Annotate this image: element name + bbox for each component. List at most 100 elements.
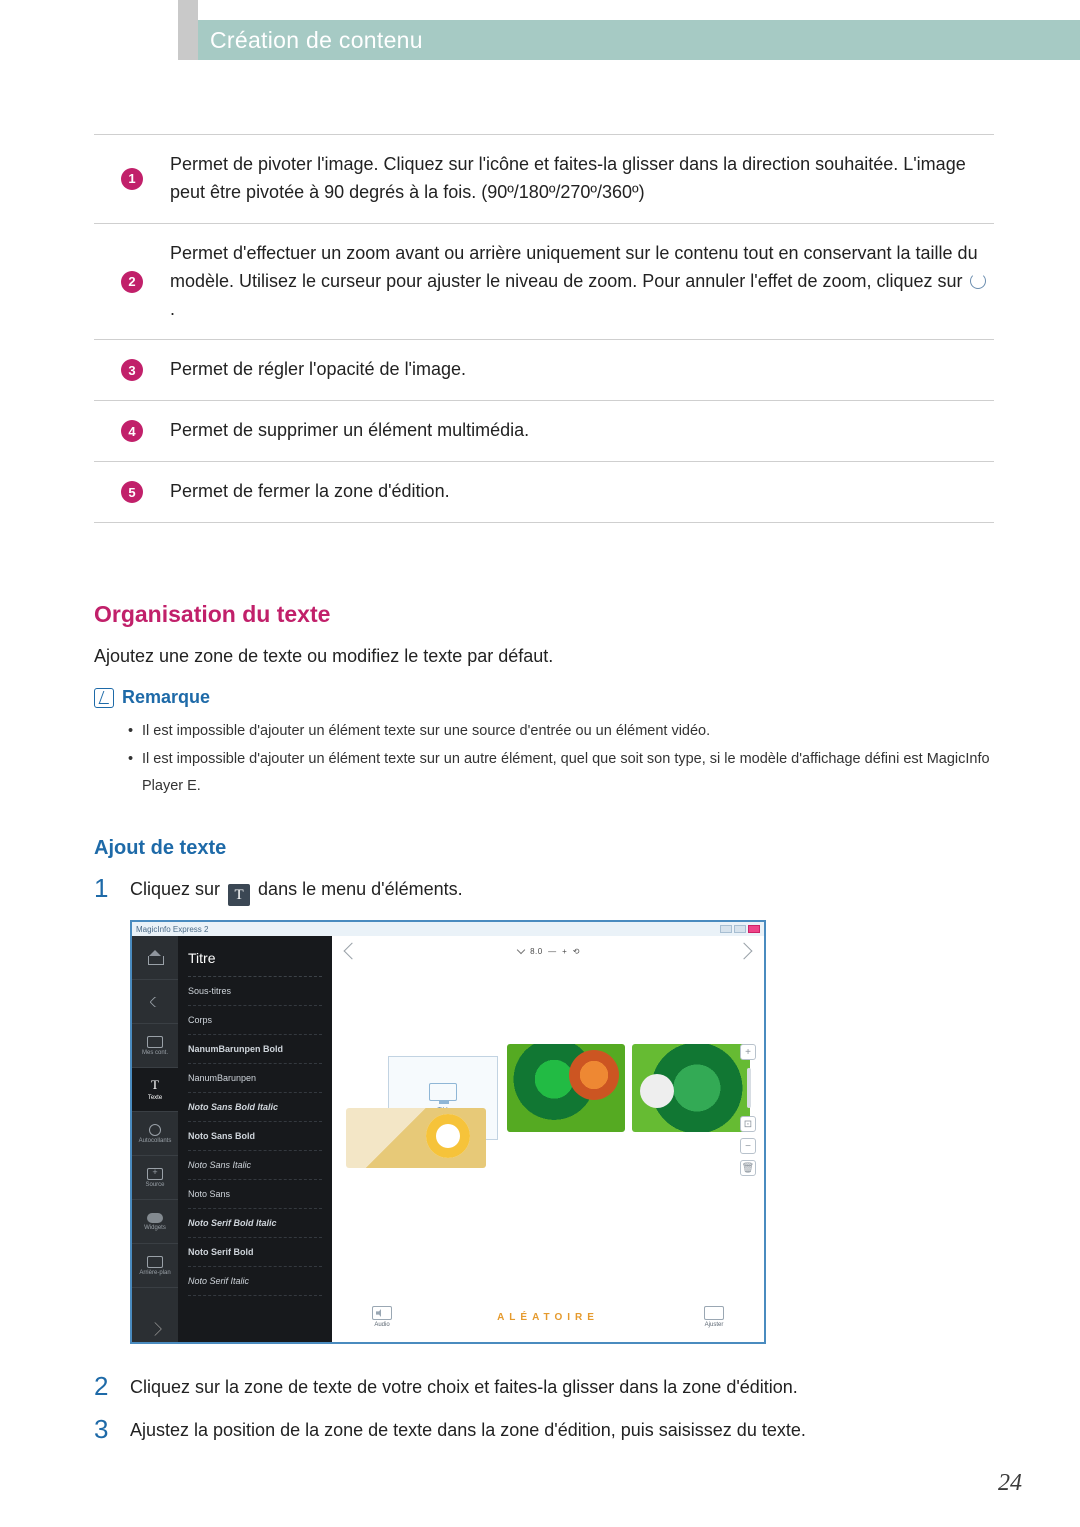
font-option[interactable]: Noto Serif Bold Italic [188,1209,322,1238]
trash-button[interactable]: 🗑 [740,1160,756,1176]
random-label[interactable]: ALÉATOIRE [497,1312,599,1323]
section-intro: Ajoutez une zone de texte ou modifiez le… [94,646,994,667]
desc-text: . [170,299,175,319]
zoom-slider[interactable] [747,1068,751,1108]
content: 1 Permet de pivoter l'image. Cliquez sur … [94,60,994,1458]
fit-control[interactable]: Ajuster [704,1306,724,1328]
desc-text: Permet de pivoter l'image. Cliquez sur l… [170,154,966,202]
callout-description: Permet de supprimer un élément multimédi… [170,401,994,462]
table-row: 2 Permet d'effectuer un zoom avant ou arr… [94,223,994,340]
table-row: 1Permet de pivoter l'image. Cliquez sur … [94,135,994,224]
zoom-controls: + ⊡ − 🗑 [740,1044,758,1176]
step-text: Cliquez sur la zone de texte de votre ch… [130,1372,798,1401]
app-body: Mes cont. T Texte Autocollants Source Wid… [132,936,764,1342]
zoom-indicator[interactable]: 8.0 — + ⟲ [516,947,580,956]
chevron-down-icon [517,945,525,953]
font-option[interactable]: Noto Sans [188,1180,322,1209]
reset-zoom-icon [970,273,986,289]
page: Création de contenu 1 Permet de pivoter l… [0,0,1080,1527]
minimize-button[interactable] [720,925,732,933]
callout-number-cell: 2 [94,223,170,340]
font-option[interactable]: Noto Sans Italic [188,1151,322,1180]
step-number: 1 [94,874,114,906]
step-text: Ajustez la position de la zone de texte … [130,1415,806,1444]
canvas-image-3[interactable] [346,1108,486,1168]
maximize-button[interactable] [734,925,746,933]
callout-description: Permet d'effectuer un zoom avant ou arri… [170,223,994,340]
nav-background[interactable]: Arrière-plan [132,1244,178,1288]
nav-media[interactable]: Mes cont. [132,1024,178,1068]
window-title: MagicInfo Express 2 [136,925,208,934]
home-icon [148,951,162,965]
nav-label: Mes cont. [142,1050,168,1056]
callout-bullet: 4 [121,420,143,442]
nav-back[interactable] [132,980,178,1024]
zoom-in-button[interactable]: + [740,1044,756,1060]
sticker-icon [149,1124,161,1136]
note-head: Remarque [94,687,994,708]
next-slide-button[interactable] [736,943,753,960]
prev-slide-button[interactable] [344,943,361,960]
nav-widgets[interactable]: Widgets [132,1200,178,1244]
nav-label: Autocollants [139,1138,172,1144]
font-option[interactable]: Noto Serif Italic [188,1267,322,1296]
desc-text: Permet de supprimer un élément multimédi… [170,420,529,440]
nav-label: Source [145,1182,164,1188]
audio-control[interactable]: Audio [372,1306,392,1328]
step1-post: dans le menu d'éléments. [253,879,463,899]
desc-text: Permet de régler l'opacité de l'image. [170,359,466,379]
callout-bullet: 2 [121,271,143,293]
font-option[interactable]: Noto Sans Bold Italic [188,1093,322,1122]
step-3: 3 Ajustez la position de la zone de text… [94,1415,994,1444]
zoom-reset-button[interactable]: − [740,1138,756,1154]
font-option[interactable]: NanumBarunpen Bold [188,1035,322,1064]
fit-icon [704,1306,724,1320]
font-option[interactable]: Sous-titres [188,977,322,1006]
background-icon [147,1256,163,1268]
header-bar: Création de contenu [0,0,1080,60]
callout-bullet: 5 [121,481,143,503]
close-button[interactable] [748,925,760,933]
callout-number-cell: 5 [94,462,170,523]
chapter-title-bar: Création de contenu [198,20,1080,60]
font-option[interactable]: Noto Sans Bold [188,1122,322,1151]
canvas[interactable]: 8.0 — + ⟲ TV + ⊡ [332,936,764,1342]
canvas-image-1[interactable] [507,1044,625,1132]
zoom-fit-button[interactable]: ⊡ [740,1116,756,1132]
callout-description: Permet de pivoter l'image. Cliquez sur l… [170,135,994,224]
font-option[interactable]: NanumBarunpen [188,1064,322,1093]
font-option[interactable]: Corps [188,1006,322,1035]
app-screenshot: MagicInfo Express 2 Mes cont. T Texte Aut… [130,920,766,1344]
chevron-right-icon [148,1322,162,1336]
section-heading-organisation: Organisation du texte [94,601,994,628]
back-icon [149,996,160,1007]
desc-text: Permet d'effectuer un zoom avant ou arri… [170,243,978,291]
table-row: 5 Permet de fermer la zone d'édition. [94,462,994,523]
nav-label: Texte [148,1095,162,1101]
note-list: Il est impossible d'ajouter un élément t… [128,718,994,801]
source-icon [147,1168,163,1180]
callout-number-cell: 3 [94,340,170,401]
step-number: 2 [94,1372,114,1401]
nav-expand[interactable] [132,1316,178,1342]
font-option[interactable]: Noto Serif Bold [188,1238,322,1267]
nav-source[interactable]: Source [132,1156,178,1200]
canvas-image-2[interactable] [632,1044,750,1132]
note-item: Il est impossible d'ajouter un élément t… [128,746,994,801]
nav-home[interactable] [132,936,178,980]
desc-text: Permet de fermer la zone d'édition. [170,481,450,501]
media-icon [147,1036,163,1048]
step-text: Cliquez sur T dans le menu d'éléments. [130,874,463,906]
steps: 1 Cliquez sur T dans le menu d'éléments.… [94,874,994,1444]
text-icon: T [147,1079,163,1093]
window-titlebar: MagicInfo Express 2 [132,922,764,936]
nav-stickers[interactable]: Autocollants [132,1112,178,1156]
font-panel-title[interactable]: Titre [188,944,322,977]
note-title: Remarque [122,687,210,708]
nav-text[interactable]: T Texte [132,1068,178,1112]
chapter-title: Création de contenu [210,27,423,54]
canvas-topbar: 8.0 — + ⟲ [332,936,764,966]
note-block: Remarque Il est impossible d'ajouter un … [94,687,994,801]
left-nav: Mes cont. T Texte Autocollants Source Wid… [132,936,178,1342]
speaker-icon [372,1306,392,1320]
